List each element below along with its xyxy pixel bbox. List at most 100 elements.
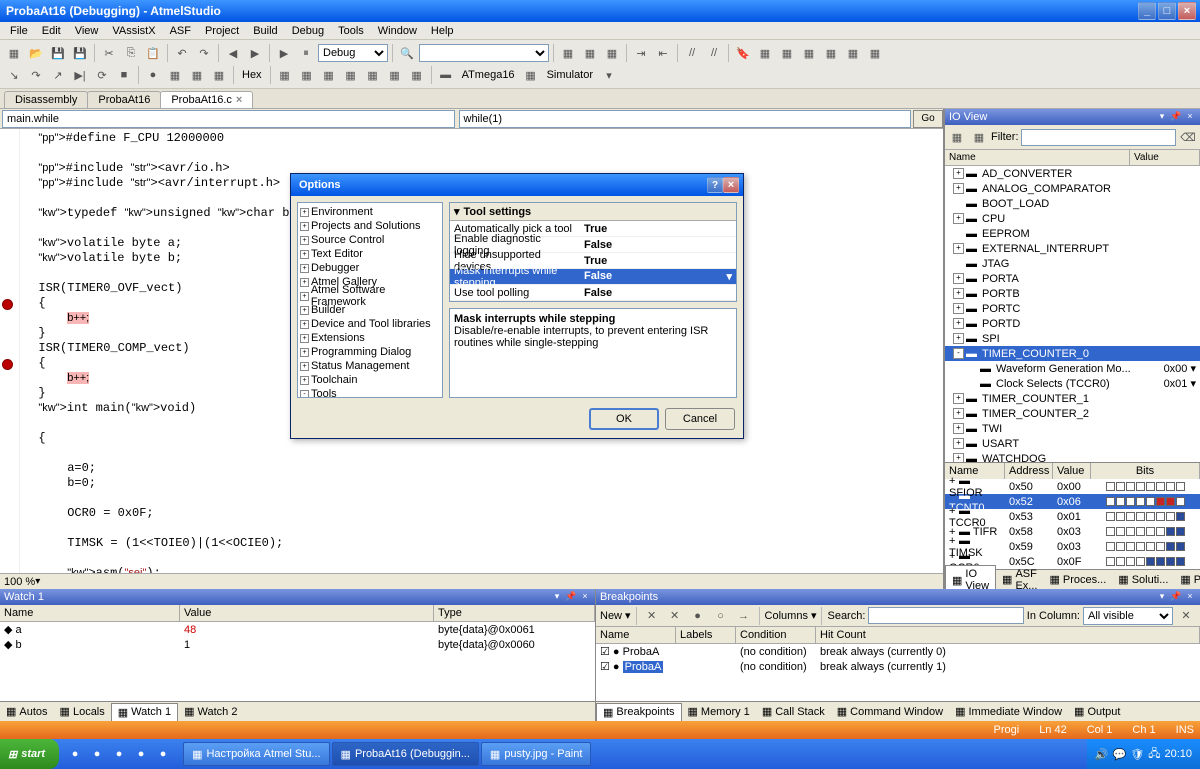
watch-tab[interactable]: ▦Watch 2: [178, 703, 243, 720]
menu-edit[interactable]: Edit: [36, 24, 67, 38]
options-tree-node[interactable]: +Device and Tool libraries: [300, 317, 440, 331]
enable-icon[interactable]: ●: [688, 606, 708, 626]
io-tree-node[interactable]: +▬AD_CONVERTER: [945, 166, 1200, 181]
io-tree-node[interactable]: +▬TWI: [945, 421, 1200, 436]
step-over-icon[interactable]: ↷: [26, 65, 46, 85]
paste-icon[interactable]: 📋: [143, 43, 163, 63]
undo-icon[interactable]: ↶: [172, 43, 192, 63]
col-value[interactable]: Value: [1130, 150, 1200, 165]
tb-icon[interactable]: ▦: [187, 65, 207, 85]
filter-icon[interactable]: ▦: [969, 127, 989, 147]
options-tree-node[interactable]: +Environment: [300, 205, 440, 219]
io-tree-node[interactable]: +▬ANALOG_COMPARATOR: [945, 181, 1200, 196]
menu-vassistx[interactable]: VAssistX: [106, 24, 161, 38]
bookmark-icon[interactable]: 🔖: [733, 43, 753, 63]
bp-tab[interactable]: ▦Memory 1: [682, 703, 756, 720]
close-icon[interactable]: ×: [1184, 111, 1196, 123]
file-tab[interactable]: ProbaAt16: [87, 91, 161, 108]
nav-scope-combo[interactable]: main.while: [2, 110, 455, 128]
redo-icon[interactable]: ↷: [194, 43, 214, 63]
tb-icon[interactable]: ▦: [843, 43, 863, 63]
close-icon[interactable]: ×: [579, 591, 591, 603]
breakpoint-dot[interactable]: [2, 299, 13, 310]
bp-col-name[interactable]: Name: [596, 627, 676, 643]
ql-icon[interactable]: ●: [131, 744, 151, 764]
tb-icon[interactable]: ▦: [165, 65, 185, 85]
io-tree-node[interactable]: ▬Clock Selects (TCCR0)0x01 ▾: [945, 376, 1200, 391]
run-icon[interactable]: ▶: [274, 43, 294, 63]
tray-icon[interactable]: 💬: [1113, 748, 1127, 761]
watch-tab[interactable]: ▦Autos: [0, 703, 54, 720]
tb-icon[interactable]: ▦: [821, 43, 841, 63]
dropdown-icon[interactable]: ▾: [551, 591, 563, 603]
io-tree-node[interactable]: +▬EXTERNAL_INTERRUPT: [945, 241, 1200, 256]
bp-grid[interactable]: ☑ ● ProbaA(no condition)break always (cu…: [596, 644, 1200, 701]
io-tree-node[interactable]: ▬BOOT_LOAD: [945, 196, 1200, 211]
file-tab[interactable]: ProbaAt16.c×: [160, 91, 253, 108]
tb-icon[interactable]: ▦: [341, 65, 361, 85]
bp-tab[interactable]: ▦Output: [1068, 703, 1126, 720]
delete-all-icon[interactable]: ✕: [665, 606, 685, 626]
save-icon[interactable]: 💾: [48, 43, 68, 63]
io-tree-node[interactable]: +▬SPI: [945, 331, 1200, 346]
options-tree-node[interactable]: +Extensions: [300, 331, 440, 345]
options-tree-node[interactable]: -Tools: [300, 387, 440, 398]
bp-tab[interactable]: ▦Breakpoints: [596, 703, 682, 721]
clear-icon[interactable]: ✕: [1176, 606, 1196, 626]
io-tab[interactable]: ▦Proces...: [1043, 571, 1112, 588]
options-tree-node[interactable]: +Status Management: [300, 359, 440, 373]
dialog-close-button[interactable]: ×: [723, 177, 739, 193]
tb-icon[interactable]: ▦: [385, 65, 405, 85]
gutter[interactable]: [0, 129, 20, 573]
go-button[interactable]: Go: [913, 110, 943, 128]
step-out-icon[interactable]: ↗: [48, 65, 68, 85]
nav-fwd-icon[interactable]: ▶: [245, 43, 265, 63]
file-tab[interactable]: Disassembly: [4, 91, 88, 108]
nav-member-combo[interactable]: while(1): [459, 110, 912, 128]
watch-col-type[interactable]: Type: [434, 605, 595, 621]
minimize-button[interactable]: _: [1138, 2, 1156, 20]
save-all-icon[interactable]: 💾: [70, 43, 90, 63]
close-tab-icon[interactable]: ×: [236, 94, 242, 106]
watch-row[interactable]: ◆ a48byte{data}@0x0061: [0, 622, 595, 637]
restart-icon[interactable]: ⟳: [92, 65, 112, 85]
bp-tab[interactable]: ▦Call Stack: [756, 703, 831, 720]
bp-col-labels[interactable]: Labels: [676, 627, 736, 643]
watch-tab[interactable]: ▦Locals: [54, 703, 111, 720]
prop-row[interactable]: Use tool pollingFalse: [450, 285, 736, 301]
watch-col-value[interactable]: Value: [180, 605, 434, 621]
register-row[interactable]: +▬ TCCR00x530x01: [945, 509, 1200, 524]
menu-tools[interactable]: Tools: [332, 24, 370, 38]
outdent-icon[interactable]: ⇤: [653, 43, 673, 63]
task-button[interactable]: ▦pusty.jpg - Paint: [481, 742, 591, 766]
sim-icon[interactable]: ▦: [521, 65, 541, 85]
maximize-button[interactable]: □: [1158, 2, 1176, 20]
io-tree-node[interactable]: ▬Waveform Generation Mo...0x00 ▾: [945, 361, 1200, 376]
io-tree-node[interactable]: -▬TIMER_COUNTER_0: [945, 346, 1200, 361]
options-tree-node[interactable]: +Toolchain: [300, 373, 440, 387]
io-tree-node[interactable]: +▬PORTD: [945, 316, 1200, 331]
open-icon[interactable]: 📂: [26, 43, 46, 63]
col-reg-bits[interactable]: Bits: [1091, 463, 1200, 479]
config-select[interactable]: Debug: [318, 44, 388, 62]
close-button[interactable]: ×: [1178, 2, 1196, 20]
run-to-cursor-icon[interactable]: ▶|: [70, 65, 90, 85]
tray-icon[interactable]: 🔊: [1095, 748, 1109, 761]
chip-icon[interactable]: ▬: [436, 65, 456, 85]
menu-build[interactable]: Build: [247, 24, 283, 38]
goto-icon[interactable]: →: [734, 606, 754, 626]
bp-tab[interactable]: ▦Command Window: [831, 703, 949, 720]
io-tree-node[interactable]: +▬WATCHDOG: [945, 451, 1200, 462]
dropdown-icon[interactable]: ▾: [1156, 591, 1168, 603]
options-tree[interactable]: +Environment+Projects and Solutions+Sour…: [297, 202, 443, 398]
options-tree-node[interactable]: +Projects and Solutions: [300, 219, 440, 233]
nav-back-icon[interactable]: ◀: [223, 43, 243, 63]
bp-tab[interactable]: ▦Immediate Window: [949, 703, 1068, 720]
options-tree-node[interactable]: +Atmel Software Framework: [300, 289, 440, 303]
watch-col-name[interactable]: Name: [0, 605, 180, 621]
ql-icon[interactable]: ●: [153, 744, 173, 764]
io-tree-node[interactable]: +▬TIMER_COUNTER_1: [945, 391, 1200, 406]
tb-icon[interactable]: ▦: [275, 65, 295, 85]
tray-icon[interactable]: 🖧: [1148, 745, 1160, 764]
tb-icon[interactable]: ▦: [602, 43, 622, 63]
